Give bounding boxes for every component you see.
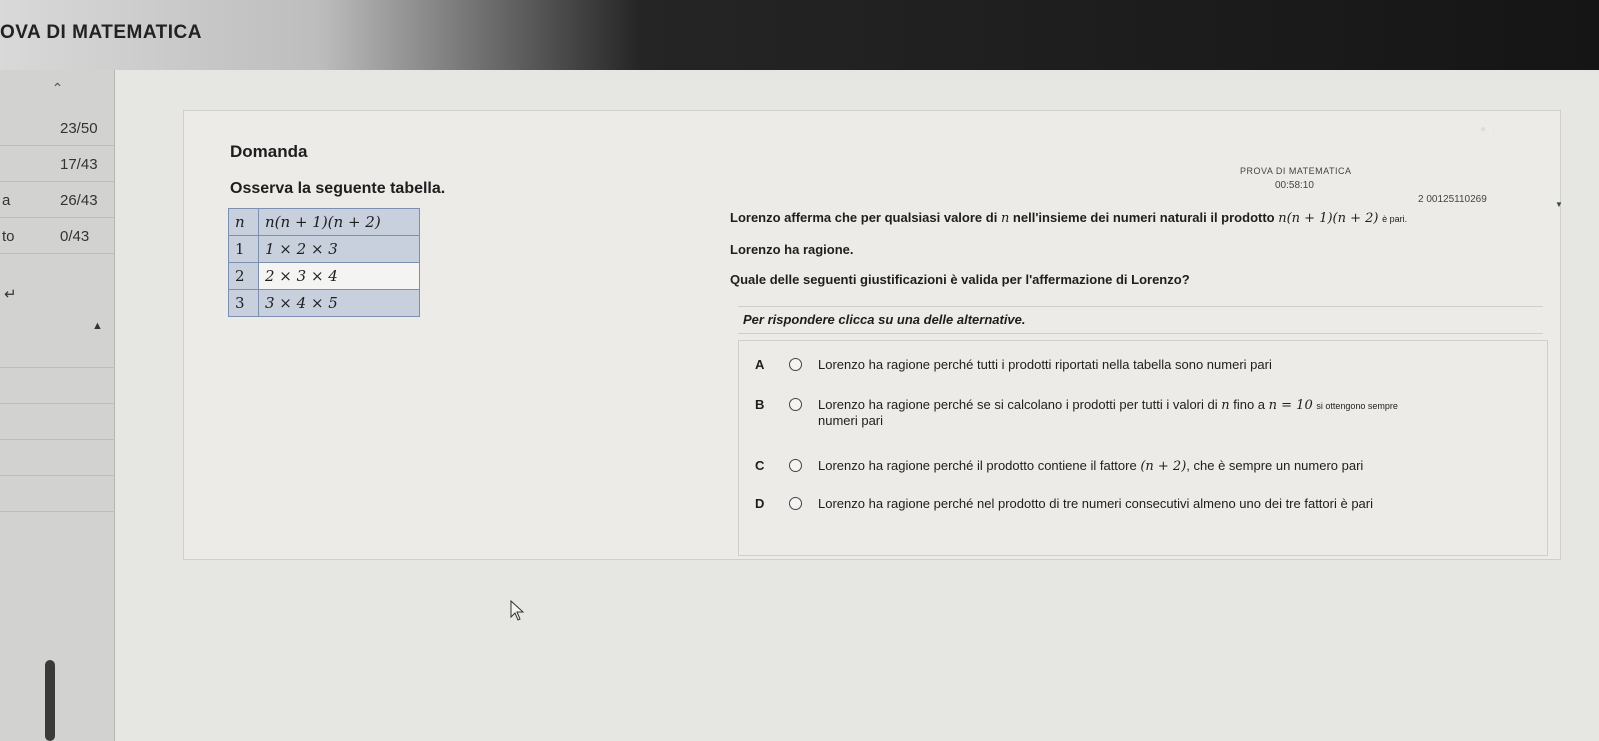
data-table: n n(n + 1)(n + 2) 1 1 × 2 × 3 2 2 × 3 × … — [228, 208, 420, 317]
option-text-part: , che è sempre un numero pari — [1186, 458, 1364, 473]
table-cell: 1 × 2 × 3 — [258, 235, 420, 263]
table-header: n — [228, 208, 259, 236]
user-id[interactable]: 2 00125110269 — [1418, 194, 1487, 205]
statement-expression: n(n + 1)(n + 2) — [1278, 211, 1379, 226]
table-cell: 1 — [228, 235, 259, 263]
option-text: Lorenzo ha ragione perché il prodotto co… — [818, 458, 1363, 474]
sidebar-item[interactable]: to 0/43 — [0, 222, 115, 254]
sidebar-empty-row — [0, 404, 115, 440]
option-text: Lorenzo ha ragione perché tutti i prodot… — [818, 357, 1272, 372]
option-text-line2: numeri pari — [818, 413, 884, 428]
option-letter: D — [755, 496, 765, 511]
option-b[interactable]: B Lorenzo ha ragione perché se si calcol… — [743, 397, 1543, 439]
sidebar-item-tag: a — [2, 192, 11, 209]
chevron-down-icon[interactable]: ▼ — [1555, 200, 1563, 209]
option-a[interactable]: A Lorenzo ha ragione perché tutti i prod… — [743, 357, 1543, 395]
table-intro: Osserva la seguente tabella. — [230, 180, 446, 197]
table-header: n(n + 1)(n + 2) — [258, 208, 420, 236]
sidebar-empty-row — [0, 440, 115, 476]
sidebar-item-score: 26/43 — [60, 192, 98, 209]
option-text-part: si ottengono sempre — [1316, 401, 1398, 411]
table-cell: 2 — [228, 262, 259, 290]
sidebar-scrollbar[interactable] — [45, 660, 55, 741]
radio-icon[interactable] — [789, 358, 802, 371]
table-row: 3 3 × 4 × 5 — [228, 289, 420, 317]
instruction: Per rispondere clicca su una delle alter… — [743, 312, 1026, 327]
sidebar-item-score: 23/50 — [60, 120, 98, 137]
option-letter: B — [755, 397, 765, 412]
option-text-part: Lorenzo ha ragione perché se si calcolan… — [818, 397, 1222, 412]
mouse-pointer-icon — [510, 600, 525, 621]
option-text: Lorenzo ha ragione perché nel prodotto d… — [818, 496, 1373, 511]
top-bar — [0, 0, 1599, 70]
option-letter: C — [755, 458, 765, 473]
question-claim: Lorenzo ha ragione. — [730, 242, 854, 257]
option-text-part: Lorenzo ha ragione perché il prodotto co… — [818, 458, 1141, 473]
option-text-part: fino a — [1229, 397, 1269, 412]
sidebar-empty-row — [0, 332, 115, 368]
question-statement: Lorenzo afferma che per qualsiasi valore… — [730, 210, 1407, 226]
option-d[interactable]: D Lorenzo ha ragione perché nel prodotto… — [743, 496, 1543, 534]
option-text: Lorenzo ha ragione perché se si calcolan… — [818, 397, 1398, 413]
table-cell: 2 × 3 × 4 — [258, 262, 420, 290]
triangle-up-icon[interactable]: ▲ — [92, 320, 103, 332]
sidebar-item[interactable]: 23/50 — [0, 114, 115, 146]
option-expression: (n + 2) — [1140, 459, 1187, 474]
timer: 00:58:10 — [1275, 180, 1314, 191]
option-letter: A — [755, 357, 765, 372]
radio-icon[interactable] — [789, 398, 802, 411]
table-cell: 3 — [228, 289, 259, 317]
statement-text: Lorenzo afferma che per qualsiasi valore… — [730, 210, 1001, 225]
window-tools: ● ⋮ — [1480, 124, 1499, 135]
sidebar-item-tag: to — [2, 228, 15, 245]
sidebar: ⌃ 23/50 17/43 a 26/43 to 0/43 ↵ ▲ — [0, 70, 115, 741]
option-c[interactable]: C Lorenzo ha ragione perché il prodotto … — [743, 458, 1543, 496]
radio-icon[interactable] — [789, 459, 802, 472]
sidebar-empty-row — [0, 476, 115, 512]
option-variable: n — [1221, 398, 1230, 413]
sidebar-empty-row — [0, 368, 115, 404]
return-arrow-icon[interactable]: ↵ — [4, 285, 17, 303]
question-label: Domanda — [230, 142, 308, 161]
table-row: 2 2 × 3 × 4 — [228, 262, 420, 290]
statement-text: nell'insieme dei numeri naturali il prod… — [1009, 210, 1279, 225]
sidebar-item-score: 0/43 — [60, 228, 90, 245]
sidebar-item-score: 17/43 — [60, 156, 98, 173]
chevron-up-icon[interactable]: ⌃ — [0, 70, 115, 106]
table-cell: 3 × 4 × 5 — [258, 289, 420, 317]
question-prompt: Quale delle seguenti giustificazioni è v… — [730, 272, 1190, 287]
app-title: OVA DI MATEMATICA — [0, 22, 202, 43]
statement-text: è pari. — [1382, 214, 1408, 224]
sidebar-item[interactable]: 17/43 — [0, 150, 115, 182]
radio-icon[interactable] — [789, 497, 802, 510]
option-expression: n = 10 — [1268, 398, 1313, 413]
sidebar-item[interactable]: a 26/43 — [0, 186, 115, 218]
exam-name: PROVA DI MATEMATICA — [1240, 166, 1352, 176]
table-header-row: n n(n + 1)(n + 2) — [228, 208, 420, 236]
table-row: 1 1 × 2 × 3 — [228, 235, 420, 263]
